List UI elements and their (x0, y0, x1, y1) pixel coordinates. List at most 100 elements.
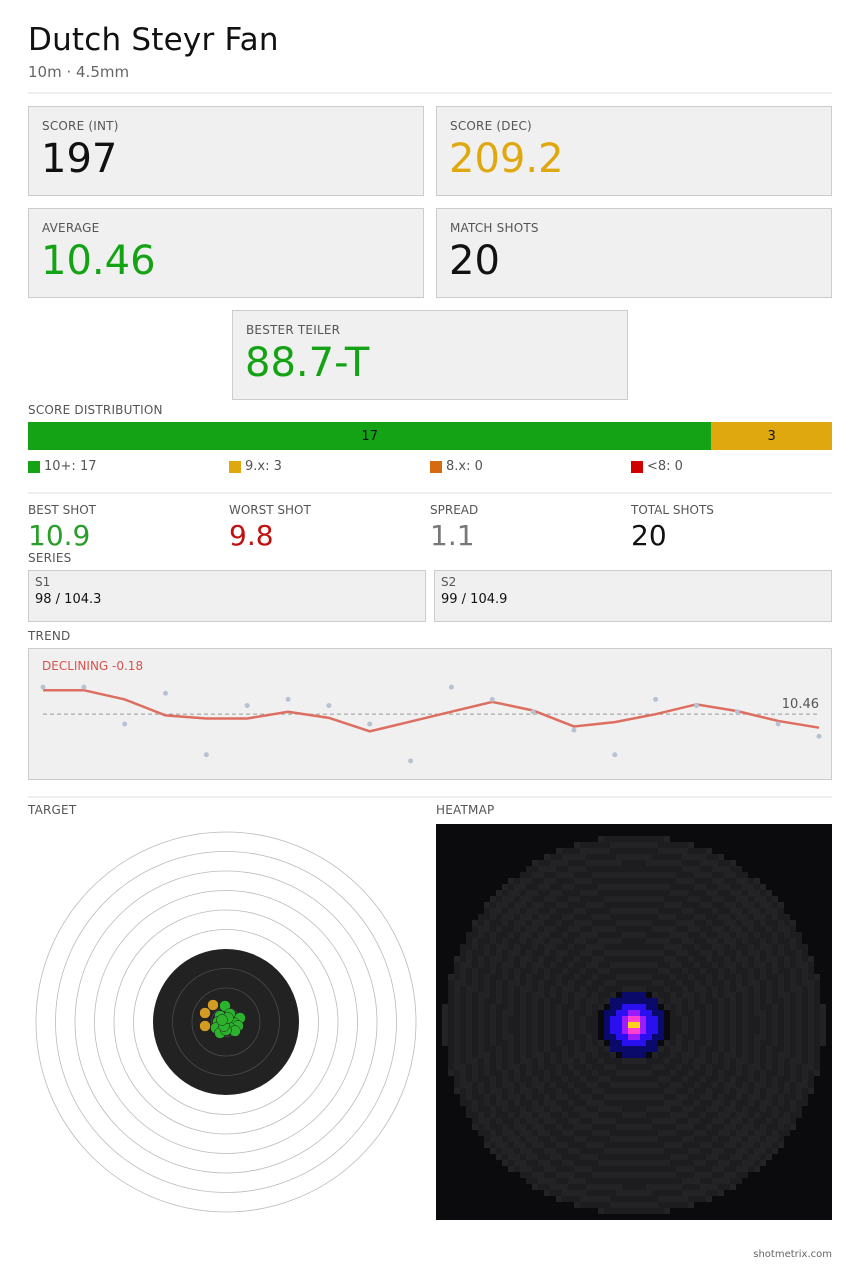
heatmap-cell (484, 1022, 490, 1028)
heatmap-cell (538, 1076, 544, 1082)
heatmap-cell (670, 1046, 676, 1052)
heatmap-cell (574, 1040, 580, 1046)
heatmap-cell (712, 1070, 718, 1076)
heatmap-cell (790, 1064, 796, 1070)
heatmap-cell (622, 1016, 628, 1022)
heatmap-cell (472, 1016, 478, 1022)
heatmap-cell (472, 1124, 478, 1130)
heatmap-cell (556, 1064, 562, 1070)
heatmap-cell (712, 860, 718, 866)
heatmap-cell (610, 938, 616, 944)
heatmap-cell (568, 974, 574, 980)
heatmap-cell (634, 926, 640, 932)
heatmap-cell (460, 1010, 466, 1016)
heatmap-cell (574, 992, 580, 998)
heatmap-cell (622, 1130, 628, 1136)
heatmap-cell (508, 950, 514, 956)
target-shot (199, 1007, 211, 1019)
heatmap-cell (670, 1004, 676, 1010)
heatmap-cell (676, 1064, 682, 1070)
heatmap-cell (700, 926, 706, 932)
heatmap-cell (496, 992, 502, 998)
heatmap-cell (532, 1004, 538, 1010)
heatmap-cell (484, 1088, 490, 1094)
heatmap-cell (754, 1148, 760, 1154)
heatmap-cell (712, 1076, 718, 1082)
heatmap-cell (652, 1142, 658, 1148)
heatmap-cell (490, 938, 496, 944)
heatmap-cell (718, 944, 724, 950)
heatmap-cell (610, 866, 616, 872)
heatmap-cell (706, 1196, 712, 1202)
heatmap-cell (544, 1148, 550, 1154)
heatmap-cell (598, 998, 604, 1004)
heatmap-cell (766, 1046, 772, 1052)
heatmap-cell (814, 1004, 820, 1010)
heatmap-cell (736, 992, 742, 998)
heatmap-cell (538, 1070, 544, 1076)
heatmap-cell (628, 908, 634, 914)
heatmap-cell (646, 1124, 652, 1130)
heatmap-cell (796, 1004, 802, 1010)
heatmap-cell (568, 860, 574, 866)
shot-point (693, 703, 699, 709)
heatmap-cell (640, 1034, 646, 1040)
heatmap-cell (574, 920, 580, 926)
heatmap-cell (676, 1190, 682, 1196)
heatmap-cell (778, 1088, 784, 1094)
heatmap-cell (778, 944, 784, 950)
heatmap-cell (610, 968, 616, 974)
heatmap-cell (742, 998, 748, 1004)
heatmap-cell (574, 848, 580, 854)
heatmap-cell (670, 1010, 676, 1016)
heatmap-cell (622, 836, 628, 842)
heatmap-cell (748, 1046, 754, 1052)
heatmap-cell (562, 1016, 568, 1022)
heatmap-cell (460, 1058, 466, 1064)
heatmap-cell (682, 926, 688, 932)
heatmap-cell (496, 1064, 502, 1070)
heatmap-cell (676, 1022, 682, 1028)
heatmap-cell (628, 1034, 634, 1040)
heatmap-cell (682, 872, 688, 878)
heatmap-cell (640, 920, 646, 926)
heatmap-cell (586, 1100, 592, 1106)
heatmap-cell (664, 896, 670, 902)
heatmap-cell (640, 1040, 646, 1046)
heatmap-cell (580, 1100, 586, 1106)
heatmap-cell (784, 992, 790, 998)
heatmap-cell (658, 902, 664, 908)
heatmap-cell (622, 926, 628, 932)
heatmap-cell (796, 998, 802, 1004)
heatmap-cell (568, 890, 574, 896)
heatmap-cell (754, 1088, 760, 1094)
heatmap-cell (778, 1130, 784, 1136)
heatmap-cell (658, 914, 664, 920)
heatmap-cell (496, 926, 502, 932)
heatmap-cell (724, 1166, 730, 1172)
heatmap-cell (640, 992, 646, 998)
heatmap-cell (478, 1004, 484, 1010)
heatmap-cell (502, 944, 508, 950)
heatmap-cell (574, 1196, 580, 1202)
heatmap-cell (556, 944, 562, 950)
heatmap-cell (622, 1202, 628, 1208)
heatmap-cell (574, 1076, 580, 1082)
heatmap-cell (538, 932, 544, 938)
heatmap-cell (664, 1202, 670, 1208)
heatmap-cell (478, 1064, 484, 1070)
heatmap-cell (526, 1118, 532, 1124)
heatmap-cell (748, 980, 754, 986)
heatmap-cell (694, 1166, 700, 1172)
heatmap-cell (718, 1046, 724, 1052)
heatmap-cell (508, 968, 514, 974)
heatmap-cell (610, 1136, 616, 1142)
heatmap-cell (532, 974, 538, 980)
heatmap-cell (598, 1130, 604, 1136)
heatmap-cell (664, 860, 670, 866)
heatmap-cell (460, 1094, 466, 1100)
heatmap-cell (604, 926, 610, 932)
heatmap-cell (616, 1058, 622, 1064)
heatmap-cell (664, 1118, 670, 1124)
heatmap-cell (646, 980, 652, 986)
